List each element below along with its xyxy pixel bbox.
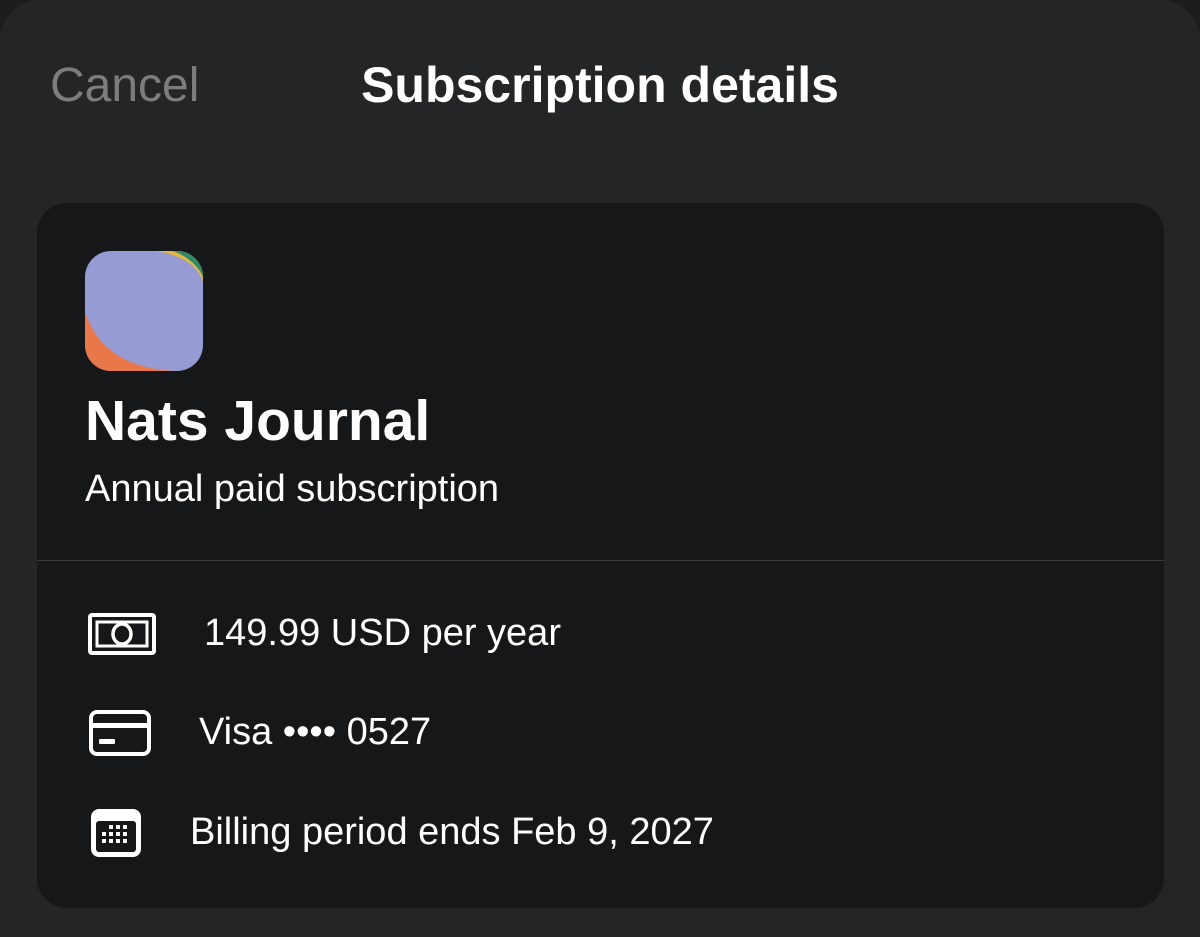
subscription-card: Nats Journal Annual paid subscription 14…: [37, 203, 1164, 908]
price-text: 149.99 USD per year: [204, 612, 561, 654]
app-icon: [85, 251, 203, 371]
app-name: Nats Journal: [85, 389, 431, 453]
banknote-icon: [87, 604, 157, 664]
calendar-icon: [87, 803, 157, 863]
subscription-plan: Annual paid subscription: [85, 468, 500, 510]
page-title: Subscription details: [361, 57, 839, 113]
payment-method-text: Visa •••• 0527: [199, 711, 432, 753]
navigation-bar: Cancel Subscription details: [0, 0, 1200, 170]
divider: [37, 560, 1164, 561]
price-row: 149.99 USD per year: [37, 594, 1164, 674]
credit-card-icon: [87, 703, 157, 763]
billing-row: Billing period ends Feb 9, 2027: [37, 793, 1164, 873]
subscription-sheet: Cancel Subscription details Nats Journal…: [0, 0, 1200, 937]
payment-row: Visa •••• 0527: [37, 693, 1164, 773]
billing-period-text: Billing period ends Feb 9, 2027: [190, 811, 714, 853]
